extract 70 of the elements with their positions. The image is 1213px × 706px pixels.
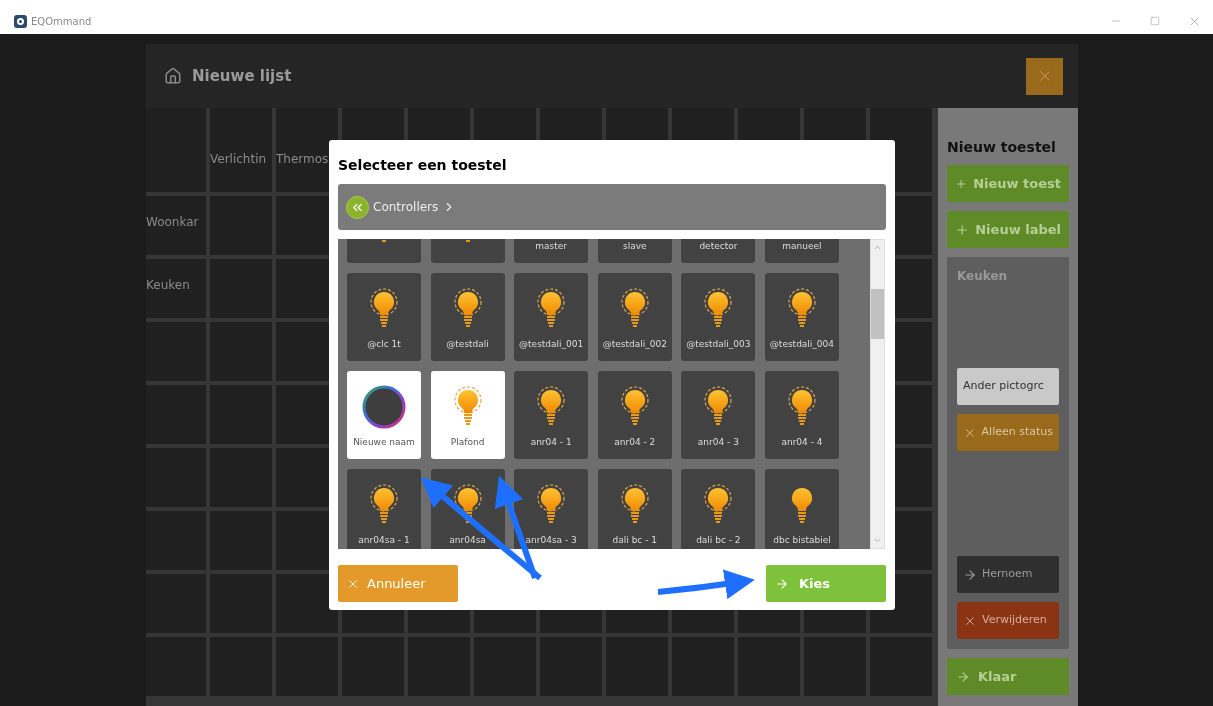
breadcrumb-link[interactable]: Controllers — [373, 198, 439, 216]
device-tile[interactable]: @testdali — [430, 273, 505, 361]
action-button[interactable]: Hernoem — [957, 556, 1059, 593]
grid-cell — [146, 385, 206, 444]
grid-cell — [146, 322, 206, 381]
grid-cell — [146, 511, 206, 570]
scroll-up-icon[interactable] — [873, 243, 882, 252]
device-tile[interactable]: detector — [681, 239, 756, 263]
grid-cell — [146, 637, 206, 696]
light-bulb-icon — [452, 483, 483, 526]
light-bulb-icon — [536, 385, 567, 428]
scroll-thumb[interactable] — [871, 289, 884, 339]
grid-cell — [146, 448, 206, 507]
scroll-down-icon[interactable] — [873, 536, 882, 545]
light-bulb-icon — [619, 287, 650, 330]
device-tile[interactable]: anr04 - 4 — [764, 371, 839, 459]
device-tile[interactable]: anr04 - 3 — [681, 371, 756, 459]
light-bulb-icon — [619, 483, 650, 526]
device-tile[interactable]: dali bc - 1 — [597, 469, 672, 549]
row-header: Keuken — [146, 277, 190, 294]
device-tile[interactable]: anr04 - 2 — [597, 371, 672, 459]
light-bulb-icon — [619, 385, 650, 428]
arrow-right-icon — [956, 669, 970, 684]
back-button[interactable] — [346, 195, 369, 219]
light-bulb-icon — [786, 385, 817, 428]
home-icon — [164, 67, 182, 85]
device-tile[interactable]: dali bc - 2 — [681, 469, 756, 549]
device-tile[interactable]: @testdali_003 — [681, 273, 756, 361]
dialog-title: Selecteer een toestel — [338, 156, 508, 175]
close-button[interactable] — [1026, 57, 1063, 95]
light-bulb-icon — [369, 483, 399, 526]
app-logo-icon — [14, 14, 27, 28]
arrow-right-icon — [963, 567, 977, 582]
device-tile[interactable]: manueel — [764, 239, 839, 263]
light-bulb-icon — [786, 287, 817, 330]
device-tile[interactable]: @testdali_001 — [514, 273, 589, 361]
light-bulb-icon — [452, 287, 483, 330]
color-ring-icon — [361, 383, 407, 430]
device-tile[interactable]: dbc bistabiel — [764, 469, 839, 549]
scrollbar[interactable] — [870, 239, 885, 549]
device-tile[interactable]: anr04 - 1 — [514, 371, 589, 459]
device-tile[interactable]: @testdali_004 — [764, 273, 839, 361]
action-button[interactable]: Ander pictogrc — [957, 368, 1059, 405]
column-header: Thermos — [276, 151, 329, 168]
light-bulb-icon — [703, 385, 734, 428]
action-button[interactable]: Verwijderen — [957, 602, 1059, 639]
light-bulb-icon — [703, 483, 734, 526]
arrow-right-icon — [775, 576, 789, 591]
device-tile[interactable]: @testdali_002 — [597, 273, 672, 361]
grid-cell — [146, 574, 206, 633]
light-bulb-icon — [536, 483, 567, 526]
light-bulb-icon — [703, 287, 734, 330]
list-title: Nieuwe lijst — [192, 65, 292, 87]
maximize-icon[interactable] — [1150, 16, 1160, 26]
device-tile[interactable]: master — [514, 239, 589, 263]
device-tile[interactable]: anr04sa - 3 — [514, 469, 589, 549]
light-bulb-icon — [369, 287, 399, 330]
device-tile[interactable]: @clc 1t — [347, 273, 421, 361]
column-header: Verlichtin — [210, 151, 267, 168]
card-title: Keuken — [957, 268, 1009, 285]
grid-cell — [276, 574, 338, 633]
row-header: Woonkar — [146, 214, 199, 231]
device-tile[interactable]: anr04sa - 1 — [347, 469, 421, 549]
light-bulb-icon — [536, 287, 567, 330]
device-tile[interactable]: Plafond — [430, 371, 505, 459]
panel-title: Nieuw toestel — [947, 138, 1057, 157]
device-tile[interactable]: Nieuwe naam — [347, 371, 421, 459]
device-tile[interactable]: slave — [597, 239, 672, 263]
light-bulb-icon — [452, 385, 483, 428]
window-title: EQOmmand — [31, 14, 92, 29]
